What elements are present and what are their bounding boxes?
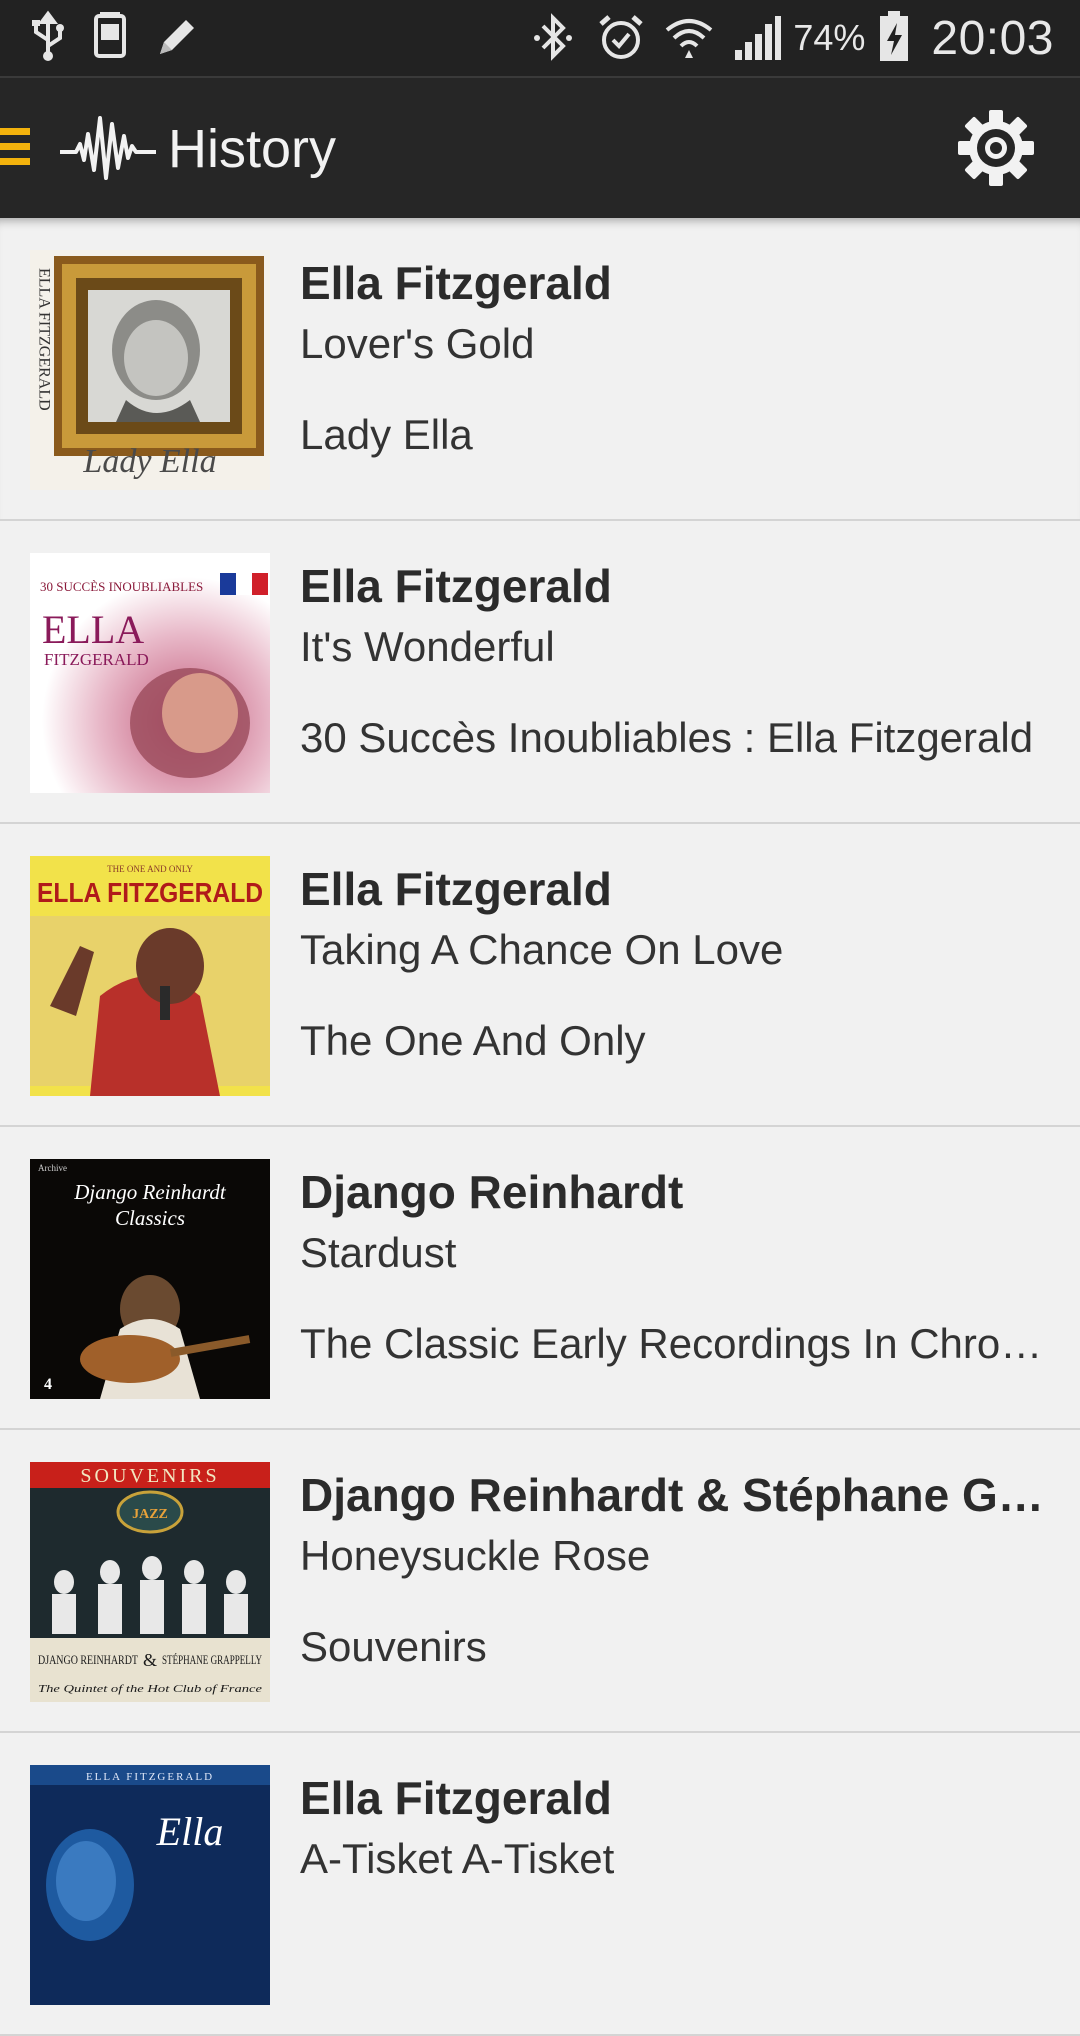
cover-top-text: ELLA FITZGERALD xyxy=(86,1771,214,1783)
cover-top-text: THE ONE AND ONLY xyxy=(107,864,193,874)
bluetooth-icon xyxy=(525,10,581,66)
song-title: It's Wonderful xyxy=(300,623,555,670)
history-item[interactable]: Archive Django Reinhardt Classics 4 Djan… xyxy=(0,1127,1080,1430)
album-cover: 30 SUCCÈS INOUBLIABLES ELLA FITZGERALD xyxy=(30,553,270,793)
usb-icon xyxy=(28,10,68,67)
album-cover: SOUVENIRS JAZZ DJANGO REINHARDT & STÉPHA… xyxy=(30,1462,270,1702)
history-item[interactable]: THE ONE AND ONLY ELLA FITZGERALD Ella Fi… xyxy=(0,824,1080,1127)
history-list: ELLA FITZGERALD Lady Ella Ella Fitzgeral… xyxy=(0,218,1080,2036)
album-title: 30 Succès Inoubliables : Ella Fitzgerald xyxy=(300,714,1034,761)
song-title: Honeysuckle Rose xyxy=(300,1532,651,1579)
cover-sub-text: FITZGERALD xyxy=(44,650,149,669)
song-title: Lover's Gold xyxy=(300,320,535,367)
cover-top-text: 30 SUCCÈS INOUBLIABLES xyxy=(40,579,203,594)
cover-title-line1: Django Reinhardt xyxy=(73,1180,227,1204)
cover-bottom-text: The Quintet of the Hot Club of France xyxy=(38,1683,262,1695)
history-item[interactable]: ELLA FITZGERALD Lady Ella Ella Fitzgeral… xyxy=(0,218,1080,521)
album-cover: THE ONE AND ONLY ELLA FITZGERALD xyxy=(30,856,270,1096)
clock: 20:03 xyxy=(931,11,1054,65)
cover-right-name: STÉPHANE GRAPPELLY xyxy=(162,1652,262,1667)
battery-charging-icon xyxy=(877,9,911,68)
cover-title-line2: Classics xyxy=(115,1206,185,1230)
waveform-logo-icon[interactable] xyxy=(58,108,158,188)
artist-name: Ella Fitzgerald xyxy=(300,257,612,309)
status-notifications xyxy=(28,10,200,66)
album-title: The Classic Early Recordings In Chronolo… xyxy=(300,1320,1050,1367)
app-bar: History xyxy=(0,76,1080,218)
album-title: Souvenirs xyxy=(300,1623,487,1670)
album-cover: ELLA FITZGERALD Ella xyxy=(30,1765,270,2005)
cover-side-text: ELLA FITZGERALD xyxy=(36,268,53,411)
signal-icon xyxy=(729,10,785,66)
album-title: Lady Ella xyxy=(300,411,473,458)
wifi-icon xyxy=(661,10,717,66)
battery-percent: 74% xyxy=(793,17,866,58)
history-item[interactable]: 30 SUCCÈS INOUBLIABLES ELLA FITZGERALD E… xyxy=(0,521,1080,824)
page-title: History xyxy=(168,119,337,179)
cover-left-name: DJANGO REINHARDT xyxy=(38,1652,138,1667)
pencil-icon xyxy=(152,10,200,67)
settings-button[interactable] xyxy=(952,104,1040,192)
cover-badge-text: JAZZ xyxy=(132,1507,168,1522)
cover-script-text: Ella xyxy=(156,1809,224,1854)
song-title: Taking A Chance On Love xyxy=(300,926,784,973)
cover-top-text: SOUVENIRS xyxy=(80,1465,219,1487)
artist-name: Django Reinhardt & Stéphane Grappelli xyxy=(300,1469,1050,1521)
menu-icon[interactable] xyxy=(0,128,30,172)
gear-icon xyxy=(952,110,1040,196)
artist-name: Ella Fitzgerald xyxy=(300,863,612,915)
artist-name: Ella Fitzgerald xyxy=(300,560,612,612)
cover-amp: & xyxy=(143,1650,157,1670)
cover-script-text: Lady Ella xyxy=(82,443,216,480)
song-title: Stardust xyxy=(300,1229,457,1276)
status-bar: 74% 20:03 xyxy=(0,0,1080,76)
alarm-icon xyxy=(593,10,649,66)
album-cover: ELLA FITZGERALD Lady Ella xyxy=(30,250,270,490)
history-item[interactable]: SOUVENIRS JAZZ DJANGO REINHARDT & STÉPHA… xyxy=(0,1430,1080,1733)
cover-number: 4 xyxy=(44,1376,52,1393)
song-title: A-Tisket A-Tisket xyxy=(300,1835,615,1882)
artist-name: Ella Fitzgerald xyxy=(300,1772,612,1824)
cover-name-text: ELLA xyxy=(42,607,144,652)
album-title: The One And Only xyxy=(300,1017,646,1064)
history-item[interactable]: ELLA FITZGERALD Ella Ella Fitzgerald A-T… xyxy=(0,1733,1080,2036)
screenshot-icon xyxy=(90,10,130,67)
artist-name: Django Reinhardt xyxy=(300,1166,684,1218)
cover-label-text: Archive xyxy=(38,1163,67,1173)
cover-name-text: ELLA FITZGERALD xyxy=(37,877,263,908)
album-cover: Archive Django Reinhardt Classics 4 xyxy=(30,1159,270,1399)
status-system: 74% 20:03 xyxy=(525,6,1054,70)
